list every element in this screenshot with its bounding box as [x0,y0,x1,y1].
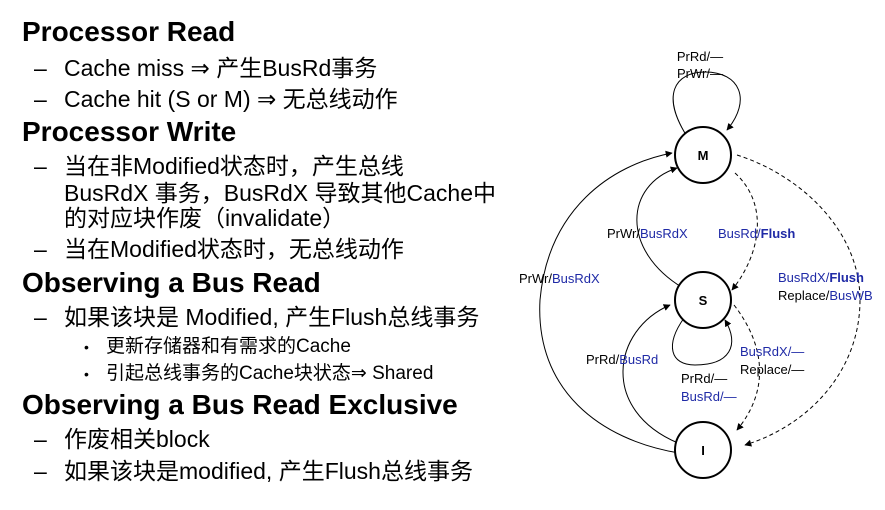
label-part: BusRd [619,352,658,367]
label-part: BusRdX/ [778,270,830,285]
edge-i-to-s [622,304,679,444]
state-i-label: I [701,443,705,458]
edge-i-to-m [539,150,680,454]
state-i: I [674,421,732,479]
state-m: M [674,126,732,184]
label-m-loop-prwr: PrWr/— [677,66,723,81]
label-m-to-i-busrdx: BusRdX/Flush [778,270,864,285]
label-part: BusWB [829,288,872,303]
state-m-label: M [698,148,709,163]
state-s: S [674,271,732,329]
label-part: PrRd/ [586,352,620,367]
label-s-loop-prrd: PrRd/— [681,371,727,386]
label-part: PrWr/ [607,226,640,241]
label-i-to-m: PrWr/BusRdX [519,271,600,286]
label-part: BusRdX [640,226,688,241]
label-part: PrWr/ [519,271,552,286]
label-s-to-i-replace: Replace/— [740,362,804,377]
label-m-loop-prrd: PrRd/— [677,49,723,64]
state-s-label: S [699,293,708,308]
label-i-to-s: PrRd/BusRd [586,352,658,367]
label-part: BusRd/ [718,226,761,241]
label-m-to-i-replace: Replace/BusWB [778,288,873,303]
label-s-to-i-busrdx: BusRdX/— [740,344,804,359]
label-s-loop-busrd: BusRd/— [681,389,737,404]
label-part: Flush [829,270,864,285]
label-part: Flush [761,226,796,241]
label-part: Replace/ [778,288,830,303]
msi-state-diagram: M S I PrRd/— PrWr/— PrWr/BusRdX BusRd/Fl… [519,49,873,479]
label-m-to-s: BusRd/Flush [718,226,795,241]
label-s-to-m: PrWr/BusRdX [607,226,688,241]
label-part: BusRdX [552,271,600,286]
